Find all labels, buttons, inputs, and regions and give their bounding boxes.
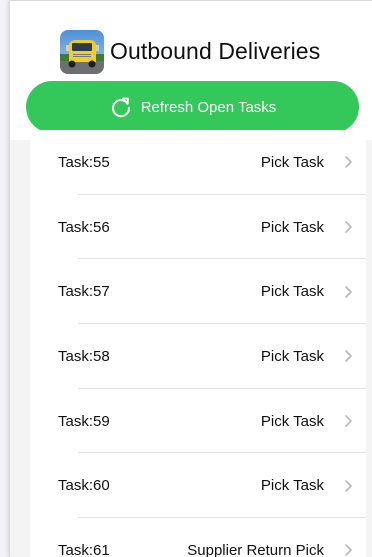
- task-id: Task:61: [58, 541, 110, 557]
- task-type: Supplier Return Pick: [187, 541, 324, 557]
- status-strip: [10, 0, 372, 14]
- task-type: Pick Task: [260, 347, 324, 365]
- refresh-open-tasks-button[interactable]: Refresh Open Tasks: [26, 81, 359, 133]
- task-type: Pick Task: [260, 283, 324, 301]
- task-row-61[interactable]: Task:61 Supplier Return Pick: [30, 518, 366, 557]
- header: Outbound Deliveries Refresh Open Tasks: [10, 14, 372, 140]
- chevron-right-icon: [344, 414, 354, 428]
- task-type: Pick Task: [260, 412, 324, 430]
- page-title: Outbound Deliveries: [110, 38, 321, 64]
- task-row-60[interactable]: Task:60 Pick Task: [30, 453, 366, 519]
- chevron-right-icon: [344, 349, 354, 363]
- task-id: Task:58: [58, 347, 110, 365]
- task-row-58[interactable]: Task:58 Pick Task: [30, 324, 366, 389]
- task-type: Pick Task: [260, 218, 324, 236]
- task-id: Task:60: [58, 477, 110, 495]
- refresh-icon: [109, 95, 133, 119]
- refresh-button-label: Refresh Open Tasks: [140, 98, 277, 116]
- task-id: Task:56: [58, 218, 110, 236]
- task-id: Task:57: [58, 283, 110, 301]
- task-type: Pick Task: [260, 477, 324, 495]
- task-type: Pick Task: [260, 153, 324, 171]
- app-window: Outbound Deliveries Refresh Open Tasks T…: [10, 0, 372, 557]
- chevron-right-icon: [344, 285, 354, 299]
- task-list: Task:55 Pick Task Task:56 Pick Task Task…: [30, 130, 366, 557]
- chevron-right-icon: [344, 543, 354, 557]
- truck-logo-icon: [60, 30, 104, 74]
- chevron-right-icon: [344, 479, 354, 493]
- task-row-55[interactable]: Task:55 Pick Task: [30, 130, 366, 195]
- task-id: Task:59: [58, 412, 110, 430]
- task-row-59[interactable]: Task:59 Pick Task: [30, 389, 366, 454]
- task-id: Task:55: [58, 153, 110, 171]
- task-row-56[interactable]: Task:56 Pick Task: [30, 195, 366, 260]
- chevron-right-icon: [344, 155, 354, 169]
- chevron-right-icon: [344, 220, 354, 234]
- task-row-57[interactable]: Task:57 Pick Task: [30, 259, 366, 325]
